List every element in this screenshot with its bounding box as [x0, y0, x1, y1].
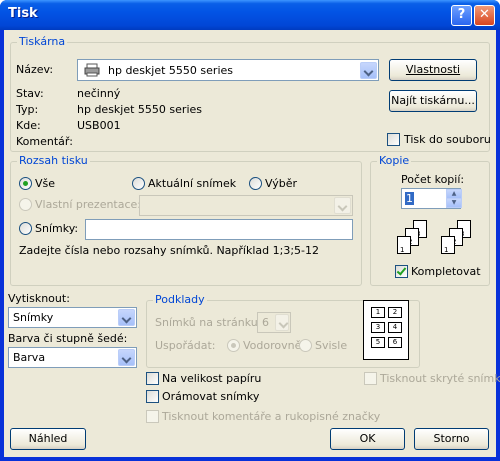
custom-show-dropdown[interactable]: [139, 195, 353, 216]
spin-down-icon[interactable]: ▼: [446, 198, 462, 208]
preview-button-label: Náhled: [28, 432, 68, 445]
preview-cell: 2: [388, 307, 402, 318]
color-value: Barva: [13, 351, 46, 364]
range-all-radio[interactable]: [19, 177, 32, 190]
close-icon: ✕: [479, 7, 490, 22]
print-what-label: Vytisknout:: [8, 292, 70, 305]
preview-button[interactable]: Náhled: [10, 428, 86, 450]
help-button[interactable]: ?: [451, 5, 472, 26]
comment-label: Komentář:: [16, 135, 73, 148]
status-label: Stav:: [16, 87, 44, 100]
printer-name-value: hp deskjet 5550 series: [108, 64, 234, 77]
print-to-file-checkbox[interactable]: [387, 133, 400, 146]
cancel-button[interactable]: Storno: [414, 428, 489, 450]
properties-button-label: Vlastnosti: [405, 63, 461, 76]
range-selection-radio[interactable]: [249, 177, 262, 190]
chevron-down-icon[interactable]: [118, 309, 135, 326]
print-dialog: Tisk ? ✕ Tiskárna Název: hp deskjet 5550…: [0, 0, 500, 461]
printer-icon: [84, 63, 100, 77]
order-label: Uspořádat:: [155, 339, 216, 352]
ok-button-label: OK: [359, 432, 376, 445]
copies-count-label: Počet kopií:: [401, 173, 465, 186]
print-hidden-checkbox[interactable]: [364, 372, 377, 385]
handout-preview: 1 2 3 4 5 6: [363, 300, 409, 360]
range-hint: Zadejte čísla nebo rozsahy snímků. Napří…: [19, 244, 319, 257]
copies-group: Kopie Počet kopií: 1 ▲ ▼ 3 2 1 3 2 1 Kom…: [370, 154, 490, 286]
preview-cell: 3: [371, 322, 385, 333]
per-page-dropdown[interactable]: 6: [257, 312, 291, 333]
collate-label[interactable]: Kompletovat: [411, 265, 481, 278]
print-hidden-label: Tisknout skryté snímky: [380, 372, 500, 385]
range-custom-show-radio[interactable]: [19, 198, 32, 211]
collate-checkbox[interactable]: [395, 265, 408, 278]
per-page-value: 6: [262, 316, 269, 329]
range-current-slide-label[interactable]: Aktuální snímek: [148, 177, 236, 190]
window-title: Tisk: [8, 6, 38, 21]
preview-cell: 1: [371, 307, 385, 318]
collate-page-1: 1: [397, 236, 411, 254]
range-slides-label[interactable]: Snímky:: [35, 222, 78, 235]
preview-cell: 6: [388, 337, 402, 348]
help-icon: ?: [457, 7, 466, 22]
close-button[interactable]: ✕: [474, 5, 495, 26]
handouts-title: Podklady: [153, 293, 207, 306]
chevron-down-icon[interactable]: [334, 197, 351, 214]
copies-spinner[interactable]: ▲ ▼: [446, 189, 462, 209]
find-printer-button[interactable]: Najít tiskárnu...: [389, 90, 477, 112]
printer-group: Tiskárna Název: hp deskjet 5550 series V…: [10, 35, 491, 152]
status-value: nečinný: [77, 87, 121, 100]
print-comments-label: Tisknout komentáře a rukopisné značky: [162, 410, 381, 423]
frame-slides-label[interactable]: Orámovat snímky: [162, 390, 259, 403]
copies-title: Kopie: [377, 154, 412, 167]
title-bar[interactable]: Tisk ? ✕: [0, 0, 500, 30]
where-value: USB001: [77, 119, 121, 132]
type-value: hp deskjet 5550 series: [77, 103, 203, 116]
ok-button[interactable]: OK: [330, 428, 405, 450]
print-to-file-label[interactable]: Tisk do souboru: [404, 133, 491, 146]
order-horizontal-label: Vodorovně: [243, 339, 302, 352]
properties-button[interactable]: Vlastnosti: [389, 59, 477, 81]
find-printer-button-label: Najít tiskárnu...: [391, 94, 475, 107]
color-label: Barva či stupně šedé:: [8, 332, 128, 345]
range-custom-show-label: Vlastní prezentace:: [35, 198, 142, 211]
order-vertical-radio[interactable]: [299, 339, 312, 352]
print-what-value: Snímky: [13, 311, 54, 324]
dialog-body: Tiskárna Název: hp deskjet 5550 series V…: [4, 30, 500, 457]
fit-to-paper-checkbox[interactable]: [146, 372, 159, 385]
preview-cell: 4: [388, 322, 402, 333]
range-current-slide-radio[interactable]: [132, 177, 145, 190]
preview-cell: 5: [371, 337, 385, 348]
per-page-label: Snímků na stránku:: [155, 316, 262, 329]
where-label: Kde:: [16, 119, 41, 132]
order-horizontal-radio[interactable]: [227, 339, 240, 352]
chevron-down-icon[interactable]: [118, 349, 135, 366]
copies-count-value: 1: [405, 192, 414, 205]
print-what-dropdown[interactable]: Snímky: [8, 307, 137, 328]
range-slides-radio[interactable]: [19, 222, 32, 235]
color-dropdown[interactable]: Barva: [8, 347, 137, 368]
printer-group-title: Tiskárna: [17, 35, 68, 48]
chevron-down-icon[interactable]: [275, 314, 289, 331]
cancel-button-label: Storno: [433, 432, 470, 445]
print-range-title: Rozsah tisku: [17, 154, 90, 167]
order-vertical-label: Svisle: [315, 339, 348, 352]
fit-to-paper-label[interactable]: Na velikost papíru: [162, 372, 261, 385]
range-selection-label[interactable]: Výběr: [265, 177, 297, 190]
slides-input[interactable]: [85, 219, 353, 240]
print-comments-checkbox[interactable]: [146, 410, 159, 423]
type-label: Typ:: [16, 103, 39, 116]
printer-name-dropdown[interactable]: hp deskjet 5550 series: [77, 59, 379, 81]
frame-slides-checkbox[interactable]: [146, 390, 159, 403]
chevron-down-icon[interactable]: [360, 62, 377, 79]
printer-name-label: Název:: [16, 63, 54, 76]
collate-page-1b: 1: [441, 236, 455, 254]
range-all-label[interactable]: Vše: [35, 177, 55, 190]
print-range-group: Rozsah tisku Vše Aktuální snímek Výběr V…: [10, 154, 362, 286]
